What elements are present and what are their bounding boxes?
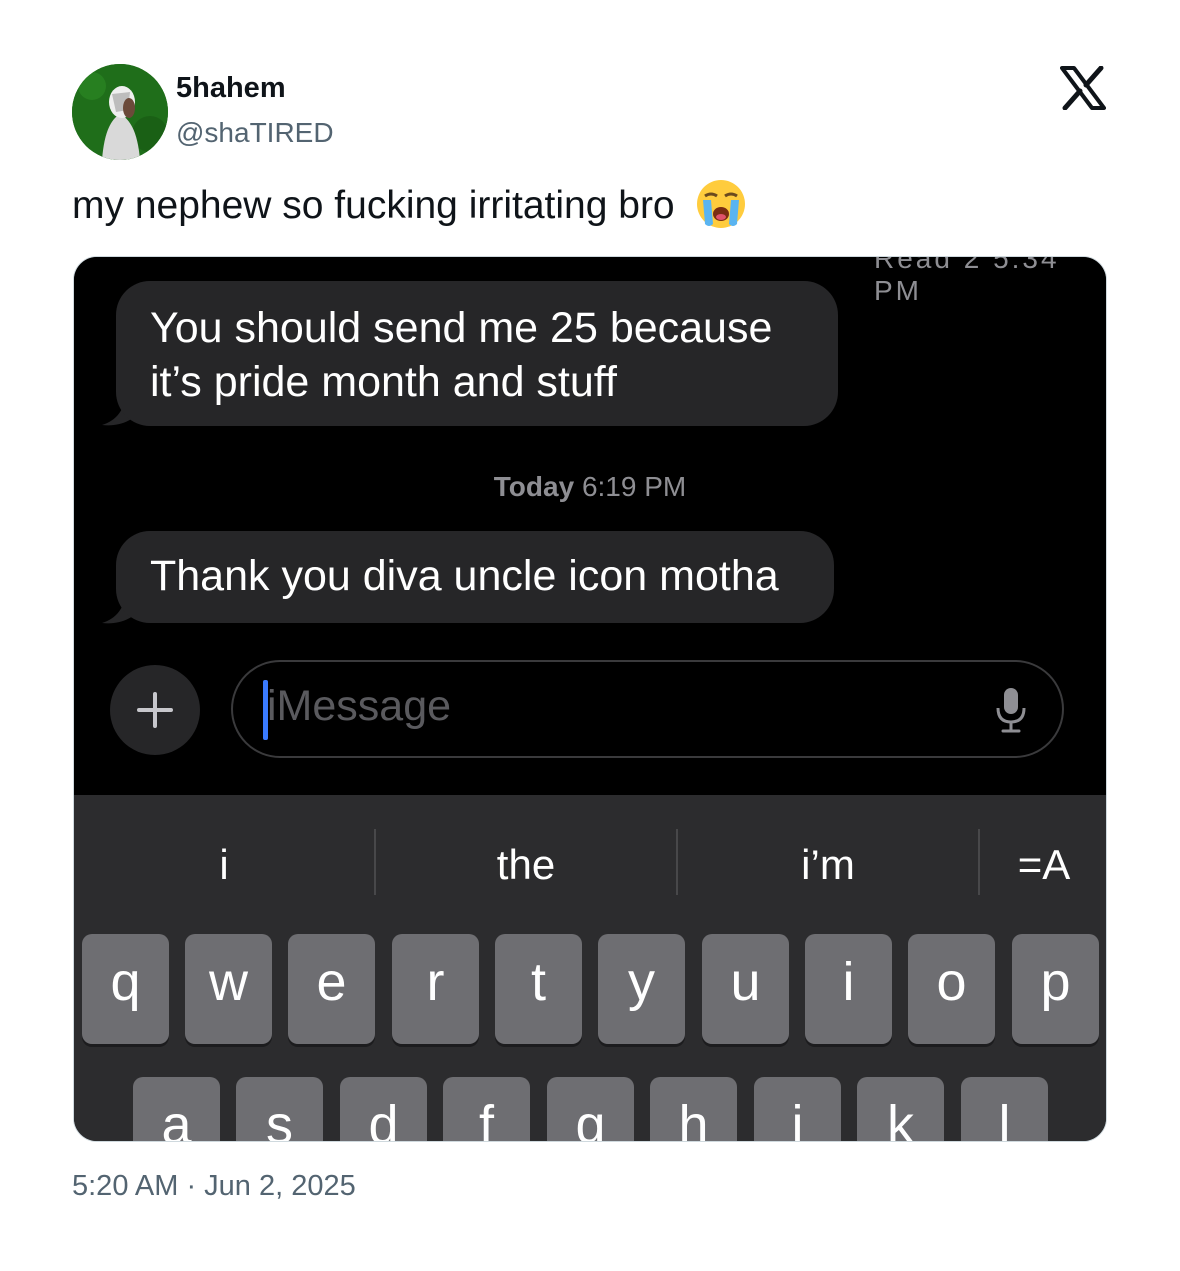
suggestion-3[interactable]: i’m <box>678 833 978 897</box>
key-q[interactable]: q <box>82 934 169 1044</box>
key-h[interactable]: h <box>650 1077 737 1141</box>
keyboard: i the i’m =A q w e r t y u i o p a s d f… <box>74 795 1106 1141</box>
key-i[interactable]: i <box>805 934 892 1044</box>
key-j[interactable]: j <box>754 1077 841 1141</box>
key-y[interactable]: y <box>598 934 685 1044</box>
read-receipt: Read 2 5:34 PM <box>874 256 1060 306</box>
timestamp-day: Today <box>493 471 575 502</box>
text-format-button[interactable]: =A <box>980 833 1106 897</box>
x-logo-icon[interactable] <box>1060 66 1106 110</box>
suggestion-2[interactable]: the <box>376 833 676 897</box>
user-handle[interactable]: @shaTIRED <box>176 117 334 149</box>
key-t[interactable]: t <box>495 934 582 1044</box>
display-name[interactable]: 5hahem <box>176 72 286 105</box>
message-bubble-1[interactable]: You should send me 25 because it’s pride… <box>116 281 838 426</box>
message-bubble-2[interactable]: Thank you diva uncle icon motha <box>116 531 834 623</box>
key-r[interactable]: r <box>392 934 479 1044</box>
timestamp-time: 6:19 PM <box>581 471 687 502</box>
add-attachment-button[interactable] <box>110 665 200 755</box>
key-o[interactable]: o <box>908 934 995 1044</box>
key-s[interactable]: s <box>236 1077 323 1141</box>
key-a[interactable]: a <box>133 1077 220 1141</box>
key-e[interactable]: e <box>288 934 375 1044</box>
microphone-icon[interactable] <box>993 686 1029 734</box>
key-p[interactable]: p <box>1012 934 1099 1044</box>
key-f[interactable]: f <box>443 1077 530 1141</box>
imessage-input[interactable]: iMessage <box>231 660 1064 758</box>
media-image[interactable]: Read 2 5:34 PM You should send me 25 bec… <box>73 256 1107 1142</box>
input-placeholder: iMessage <box>267 682 452 730</box>
tweet-text-content: my nephew so fucking irritating bro <box>72 184 675 227</box>
plus-icon <box>137 692 173 728</box>
tweet-text: my nephew so fucking irritating bro <box>72 179 747 230</box>
avatar-image <box>72 64 168 160</box>
message-timestamp: Today 6:19 PM <box>74 471 1106 503</box>
suggestion-1[interactable]: i <box>74 833 374 897</box>
key-u[interactable]: u <box>702 934 789 1044</box>
loudly-crying-face-icon <box>697 179 746 228</box>
chat-area: Read 2 5:34 PM You should send me 25 bec… <box>74 257 1106 795</box>
key-l[interactable]: l <box>961 1077 1048 1141</box>
tweet-timestamp[interactable]: 5:20 AM · Jun 2, 2025 <box>72 1170 356 1203</box>
avatar[interactable] <box>72 64 168 160</box>
key-g[interactable]: g <box>547 1077 634 1141</box>
key-k[interactable]: k <box>857 1077 944 1141</box>
key-d[interactable]: d <box>340 1077 427 1141</box>
key-w[interactable]: w <box>185 934 272 1044</box>
